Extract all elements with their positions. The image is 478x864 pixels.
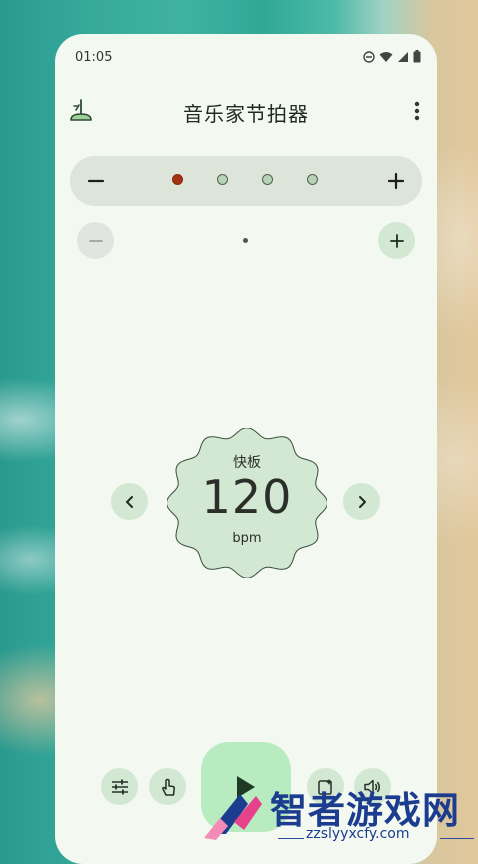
watermark-rule-left xyxy=(278,838,304,839)
beat-dot[interactable] xyxy=(217,174,228,185)
chevron-left-icon xyxy=(125,495,133,508)
add-subdivision-button[interactable] xyxy=(378,222,415,259)
beat-dot-accent[interactable] xyxy=(172,174,183,185)
status-bar: 01:05 xyxy=(55,34,437,80)
tap-icon xyxy=(161,778,175,796)
plus-icon xyxy=(389,233,404,248)
tempo-display[interactable]: 快板 120 bpm xyxy=(167,428,327,578)
watermark-rule-right xyxy=(440,838,474,839)
watermark-subtitle: zzslyyxcfy.com xyxy=(306,826,410,842)
app-title: 音乐家节拍器 xyxy=(183,102,309,126)
status-time: 01:05 xyxy=(75,50,113,65)
add-beat-button[interactable] xyxy=(382,167,410,195)
beat-dot[interactable] xyxy=(307,174,318,185)
site-watermark: 智者游戏网 zzslyyxcfy.com xyxy=(196,776,478,850)
decrease-tempo-button[interactable] xyxy=(111,483,148,520)
wifi-icon xyxy=(379,51,393,62)
dnd-icon xyxy=(363,50,375,63)
battery-icon xyxy=(413,50,421,63)
subdivision-dot xyxy=(243,238,248,243)
tempo-unit: bpm xyxy=(232,531,262,546)
tempo-value: 120 xyxy=(201,470,293,524)
increase-tempo-button[interactable] xyxy=(343,483,380,520)
remove-subdivision-button[interactable] xyxy=(77,222,114,259)
app-window: 01:05 音乐家节拍器 快板 120 bpm xyxy=(55,34,437,864)
watermark-logo-icon xyxy=(204,794,262,840)
tap-tempo-button[interactable] xyxy=(149,768,186,805)
subdivision-row xyxy=(55,222,437,262)
tempo-marking: 快板 xyxy=(233,455,261,471)
signal-icon xyxy=(398,51,408,62)
chevron-right-icon xyxy=(358,495,366,508)
status-icons xyxy=(363,50,421,63)
app-bar: 音乐家节拍器 xyxy=(55,90,437,134)
tune-icon xyxy=(111,779,128,794)
more-vert-icon[interactable] xyxy=(409,96,425,126)
settings-button[interactable] xyxy=(101,768,138,805)
beat-selector xyxy=(70,156,422,206)
minus-icon xyxy=(88,239,103,242)
beat-dot[interactable] xyxy=(262,174,273,185)
remove-beat-button[interactable] xyxy=(82,167,110,195)
